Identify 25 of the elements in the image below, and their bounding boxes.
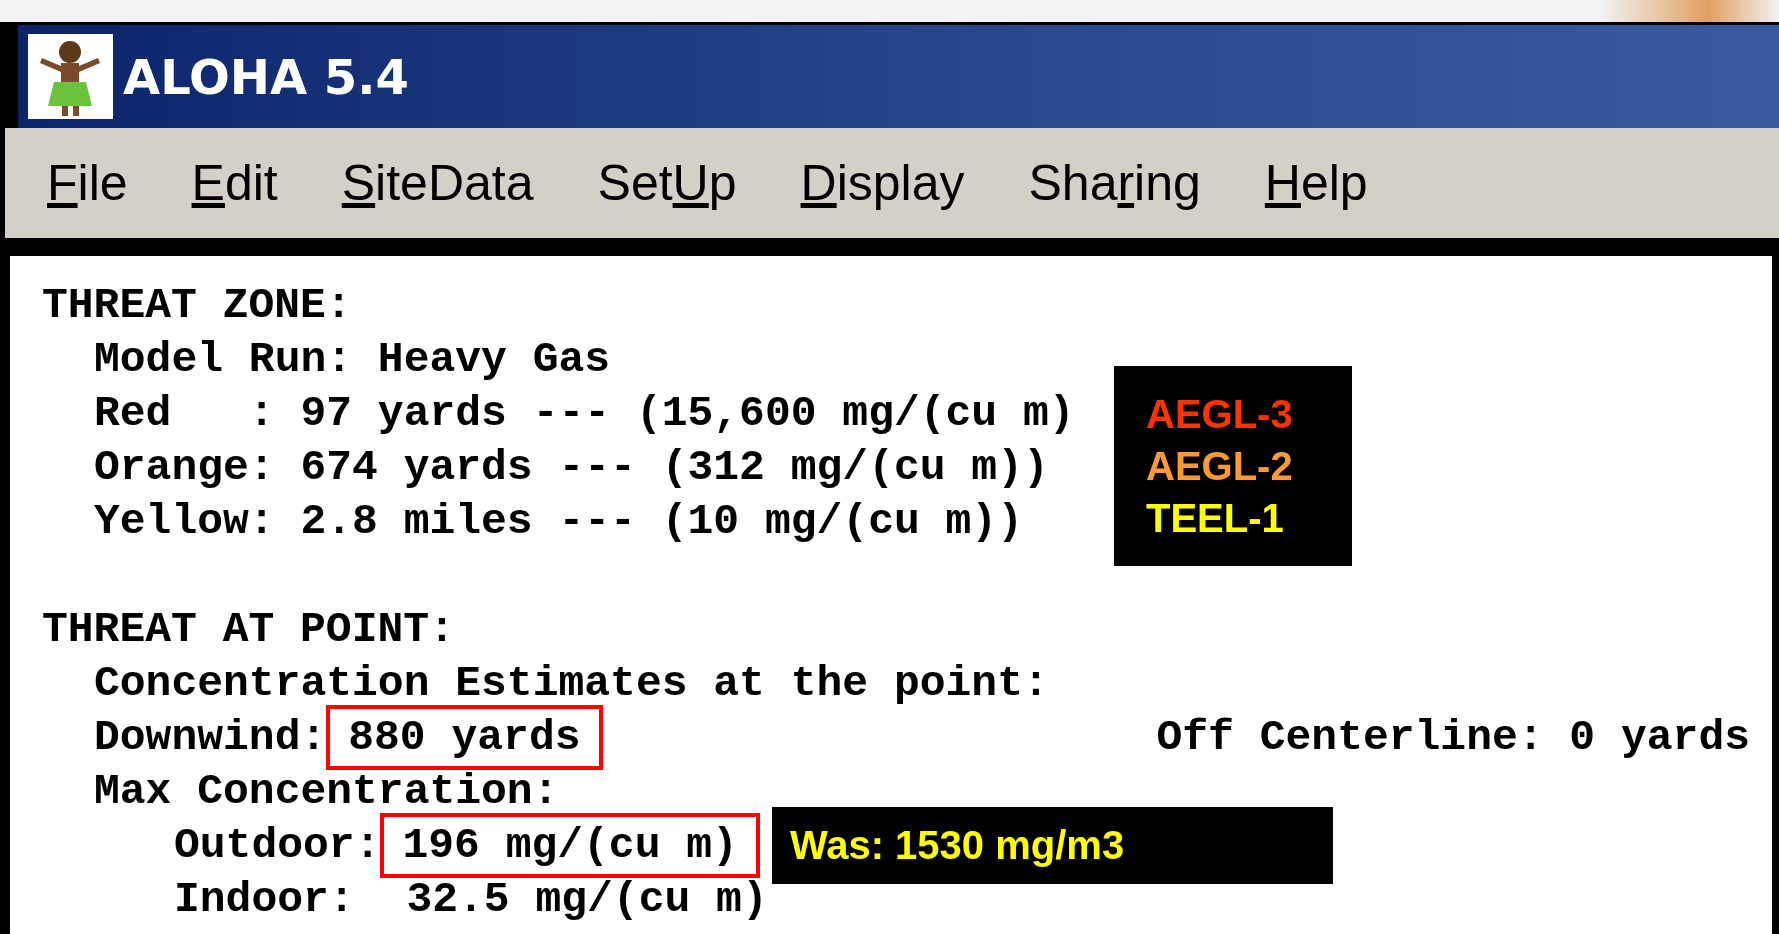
report-line: Downwind: — [94, 712, 327, 762]
menu-item[interactable]: SiteData — [341, 154, 534, 212]
menu-item[interactable]: File — [47, 154, 128, 212]
section-heading: THREAT ZONE: — [42, 280, 352, 330]
section-heading: THREAT AT POINT: — [42, 604, 455, 654]
menu-item[interactable]: SetUp — [597, 154, 737, 212]
menu-item[interactable]: Edit — [191, 154, 278, 212]
menu-item[interactable]: Display — [800, 154, 965, 212]
report-value: 196 mg/(cu m) — [380, 812, 760, 878]
legend-label: TEEL-1 — [1146, 495, 1285, 542]
report-line: Indoor: — [174, 874, 356, 924]
menu-item[interactable]: Help — [1264, 154, 1368, 212]
menu-item[interactable]: Sharing — [1028, 154, 1201, 212]
report-line: Model Run: Heavy Gas — [94, 334, 611, 384]
report-value: 880 yards — [326, 704, 603, 770]
report-line: Off Centerline: 0 yards — [1156, 712, 1751, 762]
report-line: Outdoor: — [174, 820, 381, 870]
annotation-label: Was: 1530 mg/m3 — [771, 806, 1333, 884]
legend-label: AEGL-2 — [1146, 443, 1294, 490]
legend-label: AEGL-3 — [1146, 391, 1294, 438]
window-title: ALOHA 5.4 — [123, 48, 409, 105]
report-line: Red : 97 yards --- (15,600 mg/(cu m) — [94, 388, 1075, 438]
report-line: Yellow: 2.8 miles --- (10 mg/(cu m)) — [94, 496, 1023, 546]
app-icon — [28, 34, 113, 119]
report-line: Orange: 674 yards --- (312 mg/(cu m)) — [94, 442, 1049, 492]
